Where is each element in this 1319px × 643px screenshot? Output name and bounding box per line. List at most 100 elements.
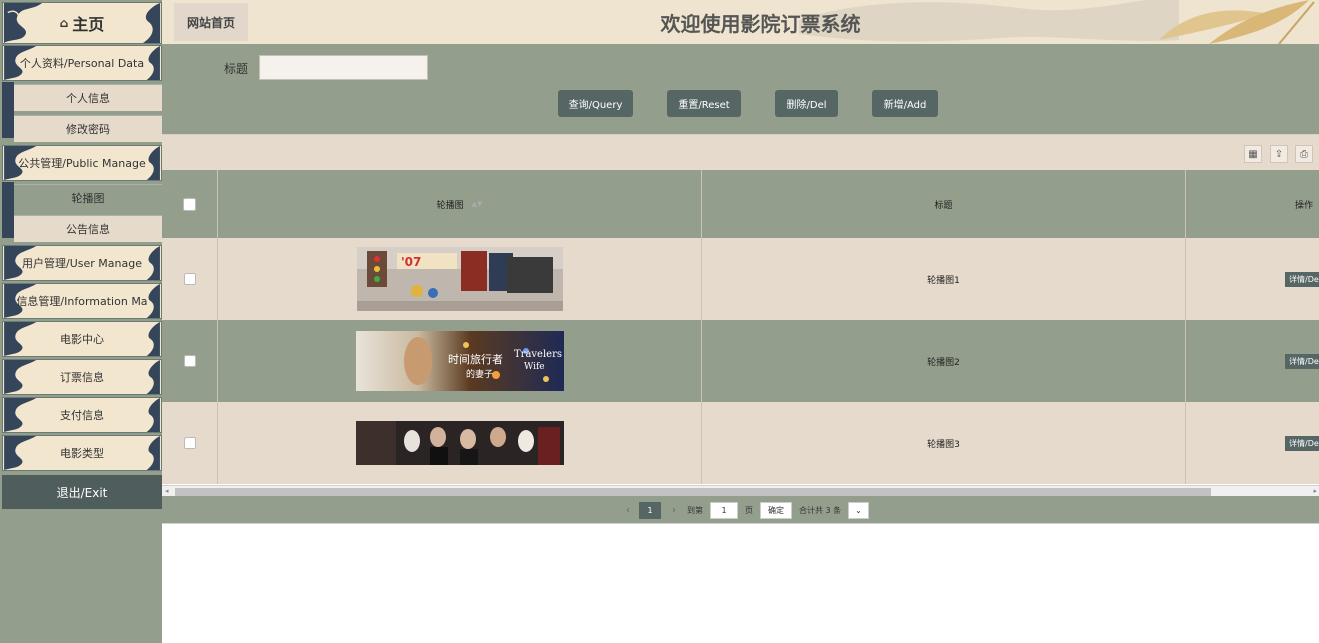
sort-icon[interactable]: ▲▼ [472,200,483,208]
sidebar-item-label: 轮播图 [71,192,105,205]
wave-decoration [142,3,161,43]
sidebar-home[interactable]: ⌂ 主页 [2,2,162,44]
sidebar-item-ticket-info[interactable]: 订票信息 [2,359,162,395]
wave-edge [2,82,14,138]
actions-cell: 详情/Det [1186,238,1319,320]
sidebar-item-carousel[interactable]: 轮播图 [14,184,162,211]
sidebar-item-personal-info[interactable]: 个人信息 [14,84,162,111]
detail-button[interactable]: 详情/Det [1285,353,1319,369]
row-checkbox[interactable] [183,355,196,367]
wave-decoration [146,398,160,432]
sidebar-item-change-password[interactable]: 修改密码 [14,115,162,142]
goto-suffix: 页 [745,506,753,515]
detail-button[interactable]: 详情/Det [1285,271,1319,287]
add-button[interactable]: 新增/Add [872,90,938,117]
sidebar-item-label: 支付信息 [60,409,104,422]
sidebar-group-personal[interactable]: 个人资料/Personal Data [2,45,162,81]
svg-text:'07: '07 [401,255,421,269]
page-number-current[interactable]: 1 [639,502,661,519]
sidebar-group-user[interactable]: 用户管理/User Manage [2,245,162,281]
sidebar-group-info[interactable]: 信息管理/Information Ma [2,283,162,319]
horizontal-scrollbar[interactable]: ◂ ▸ [162,485,1319,496]
header-title: 标题 [702,170,1186,238]
wave-decoration [4,322,37,356]
sidebar-item-payment-info[interactable]: 支付信息 [2,397,162,433]
row-checkbox-cell [162,402,218,484]
title-filter-label: 标题 [224,62,249,76]
wave-edge [2,182,14,238]
sidebar-group-public[interactable]: 公共管理/Public Manage [2,145,162,181]
header-actions: 操作 [1186,170,1319,238]
sidebar-item-label: 订票信息 [60,371,104,384]
sidebar-group-label: 个人资料/Personal Data [19,57,145,70]
columns-icon[interactable]: ▦ [1244,145,1262,163]
carousel-image-cell: '07 [218,238,702,320]
table-row: 时间旅行者 的妻子 Travelers Wife 轮播图2 详情/Det [162,320,1319,402]
page-size-select[interactable]: ⌄ [848,502,869,519]
sidebar-item-label: 电影中心 [60,333,104,346]
row-checkbox-cell [162,320,218,402]
sidebar-item-label: 个人信息 [66,92,110,105]
sidebar-item-movie-type[interactable]: 电影类型 [2,435,162,471]
wave-decoration [146,360,160,394]
carousel-image[interactable]: 时间旅行者 的妻子 Travelers Wife [355,331,564,391]
query-button[interactable]: 查询/Query [558,90,633,117]
table-row: '07 轮播图1 详情/Det [162,238,1319,320]
carousel-image[interactable] [355,421,564,465]
scrollbar-thumb[interactable] [175,488,1211,496]
wave-decoration [146,436,160,470]
title-cell: 轮播图2 [702,320,1186,402]
sidebar-group-label: 用户管理/User Manage [22,257,142,270]
search-panel: 标题 查询/Query 重置/Reset 删除/Del 新增/Add [162,44,1319,134]
reset-button[interactable]: 重置/Reset [667,90,741,117]
actions-cell: 详情/Det [1186,320,1319,402]
header-checkbox-cell [162,170,218,238]
detail-button[interactable]: 详情/Det [1285,435,1319,451]
wave-decoration [4,360,37,394]
sidebar-item-movie-center[interactable]: 电影中心 [2,321,162,357]
column-label: 标题 [934,200,953,211]
chevron-down-icon: ⌄ [855,506,862,515]
actions-cell: 详情/Det [1186,402,1319,484]
sidebar-item-label: 修改密码 [66,123,110,136]
export-icon[interactable]: ⇪ [1270,145,1288,163]
select-all-checkbox[interactable] [183,197,196,211]
sidebar-item-announcements[interactable]: 公告信息 [14,215,162,242]
row-checkbox[interactable] [183,437,196,449]
header-carousel[interactable]: 轮播图 ▲▼ [218,170,702,238]
next-page-icon[interactable]: › [668,502,680,519]
wave-decoration [4,398,37,432]
column-label: 轮播图 [436,200,464,211]
table-header: 轮播图 ▲▼ 标题 操作 [162,170,1319,238]
exit-button[interactable]: 退出/Exit [2,475,162,509]
svg-text:的妻子: 的妻子 [466,368,493,380]
page-title: 欢迎使用影院订票系统 [660,12,861,36]
svg-text:Travelers: Travelers [514,349,562,360]
carousel-image-cell [218,402,702,484]
sidebar-group-label: 信息管理/Information Ma [16,295,148,308]
row-checkbox[interactable] [183,273,196,285]
sidebar: ⌂ 主页 个人资料/Personal Data 个人信息 修改密码 公共管理/P… [0,0,162,643]
wave-decoration [146,322,160,356]
title-cell: 轮播图1 [702,238,1186,320]
sidebar-item-label: 电影类型 [60,447,104,460]
prev-page-icon[interactable]: ‹ [622,502,634,519]
wave-decoration [3,3,43,43]
goto-page-input[interactable]: 1 [710,502,738,519]
pagination: ‹ 1 › 到第 1 页 确定 合计共 3 条 ⌄ [162,496,1319,524]
title-search-input[interactable] [259,55,428,80]
total-count: 合计共 3 条 [799,506,842,515]
table-row: 轮播图3 详情/Det [162,402,1319,484]
delete-button[interactable]: 删除/Del [775,90,838,117]
goto-confirm-button[interactable]: 确定 [760,502,792,519]
svg-text:时间旅行者: 时间旅行者 [448,352,503,366]
print-icon[interactable]: ⎙ [1295,145,1313,163]
title-cell: 轮播图3 [702,402,1186,484]
goto-prefix: 到第 [687,506,703,515]
sidebar-group-label: 公共管理/Public Manage [18,157,146,170]
carousel-image[interactable]: '07 [356,247,563,311]
top-header: 网站首页 欢迎使用影院订票系统 [162,0,1319,44]
svg-text:Wife: Wife [524,362,545,372]
home-label: 主页 [72,15,105,34]
carousel-image-cell: 时间旅行者 的妻子 Travelers Wife [218,320,702,402]
